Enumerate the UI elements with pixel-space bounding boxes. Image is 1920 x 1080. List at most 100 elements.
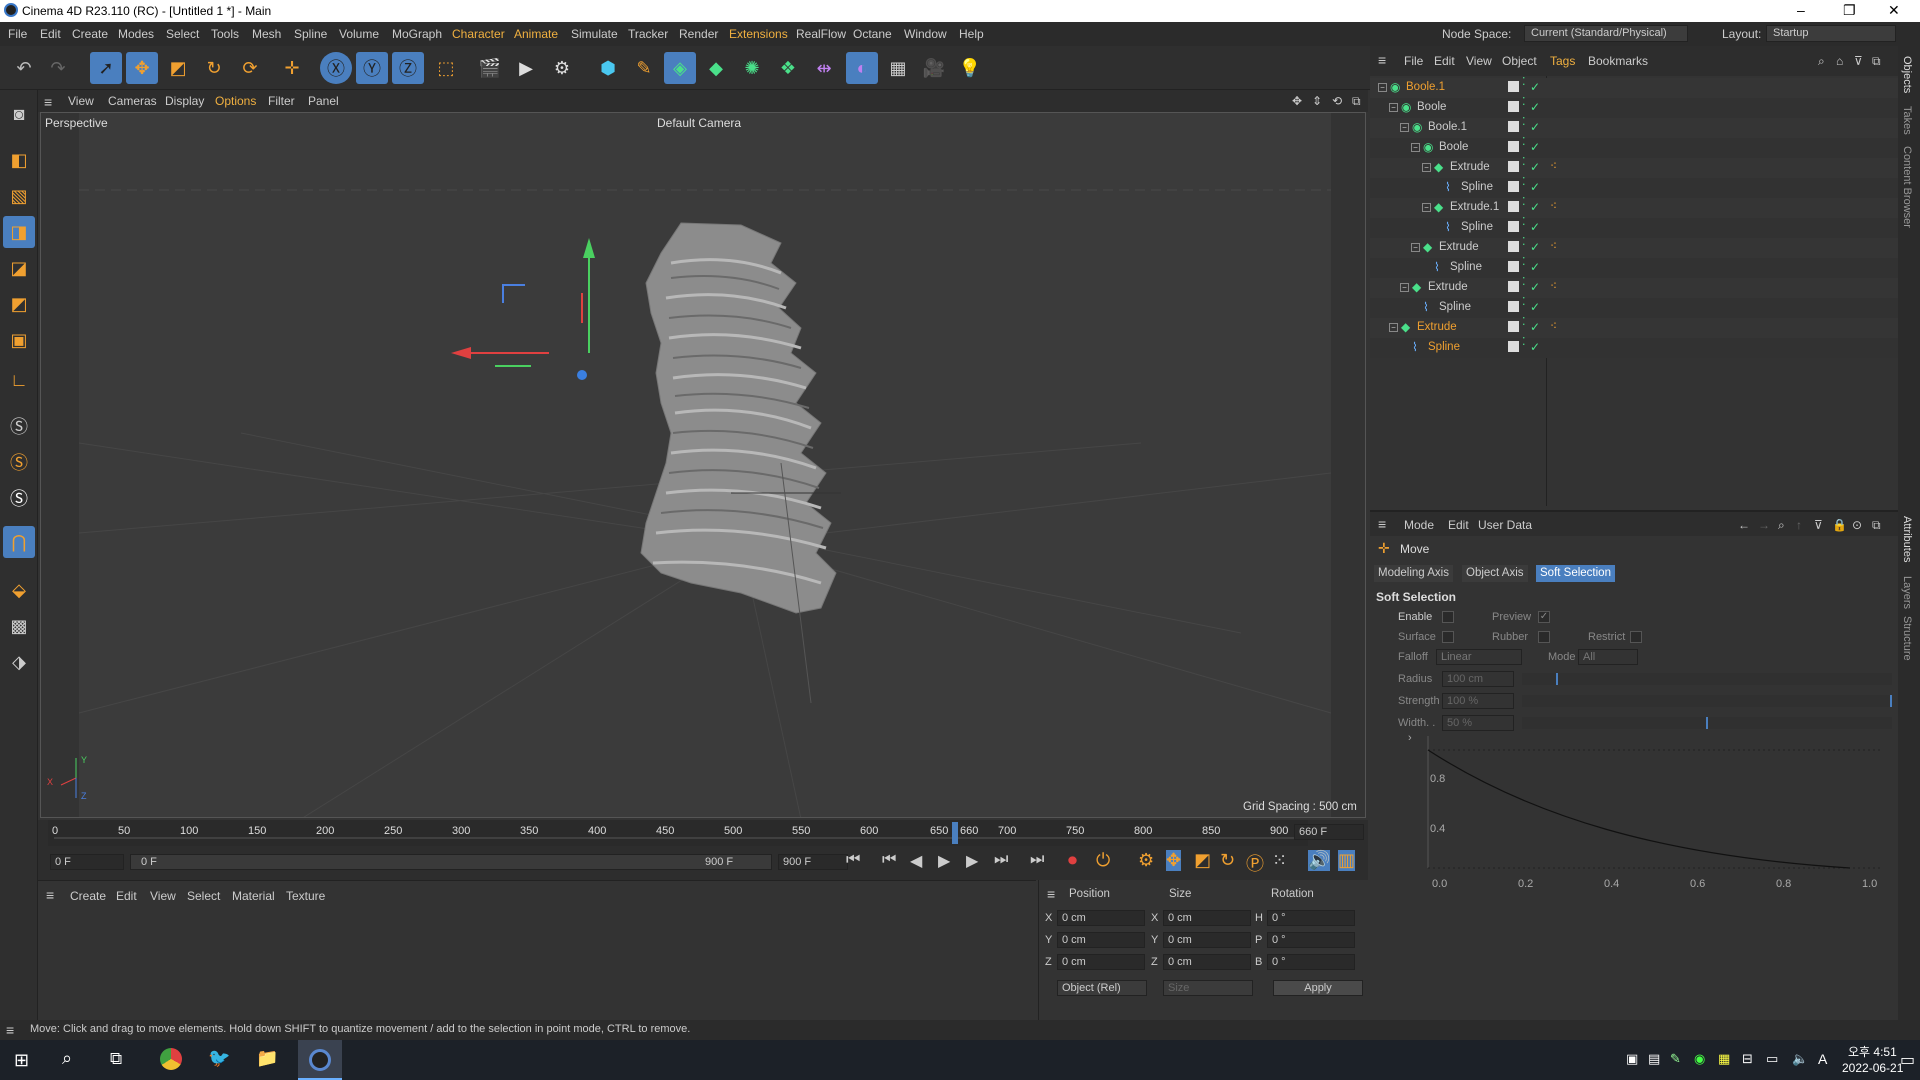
transform-tool-icon[interactable]: ✛ (276, 52, 308, 84)
object-search-icon[interactable]: ⌕ (1818, 54, 1825, 69)
snap-s-icon-2[interactable]: Ⓢ (3, 446, 35, 478)
tab-modeling-axis[interactable]: Modeling Axis (1374, 565, 1453, 582)
material-menu-material[interactable]: Material (232, 889, 275, 903)
volume-icon[interactable]: 🔈 (1792, 1051, 1808, 1067)
object-name[interactable]: Spline (1461, 221, 1493, 233)
object-row[interactable]: ⌇ Spline ⁚ ✓ (1370, 217, 1898, 238)
attribute-filter-icon[interactable]: ⊽ (1814, 518, 1823, 532)
collapse-toggle-icon[interactable]: − (1389, 103, 1398, 112)
visibility-dots-icon[interactable]: ⁚ (1522, 97, 1526, 108)
enabled-check-icon[interactable]: ✓ (1530, 240, 1540, 254)
object-menu-file[interactable]: File (1404, 54, 1423, 68)
enabled-check-icon[interactable]: ✓ (1530, 320, 1540, 334)
windows-start-icon[interactable]: ⊞ (14, 1050, 29, 1071)
object-row[interactable]: ⌇ Spline ⁚ ✓ (1370, 177, 1898, 198)
mode-dropdown[interactable]: All (1578, 649, 1638, 665)
position-y-field[interactable]: 0 cm (1057, 932, 1145, 948)
visibility-dots-icon[interactable]: ⁚ (1522, 117, 1526, 128)
extrude-generator-icon[interactable]: ◆ (700, 52, 732, 84)
select-tool-icon[interactable]: ➚ (90, 52, 122, 84)
enabled-check-icon[interactable]: ✓ (1530, 140, 1540, 154)
attribute-menu-edit[interactable]: Edit (1448, 518, 1469, 532)
x-axis-lock-icon[interactable]: Ⓧ (320, 52, 352, 84)
visibility-dots-icon[interactable]: ⁚ (1522, 217, 1526, 228)
snap-s-icon-3[interactable]: Ⓢ (3, 482, 35, 514)
input-language[interactable]: A (1818, 1051, 1827, 1067)
key-scale-icon[interactable]: ◩ (1194, 850, 1211, 871)
strength-slider[interactable] (1522, 695, 1892, 707)
mograph-icon[interactable]: ❖ (772, 52, 804, 84)
attribute-menu-icon[interactable]: ≡ (1378, 516, 1386, 532)
menu-select[interactable]: Select (166, 27, 199, 41)
record-keys-icon[interactable]: ⏺ (1068, 850, 1077, 871)
tab-objects[interactable]: Objects (1901, 56, 1913, 93)
object-name[interactable]: Extrude.1 (1450, 201, 1499, 213)
collapse-toggle-icon[interactable]: − (1400, 123, 1409, 132)
viewport-menu-icon[interactable]: ≡ (44, 94, 52, 110)
cube-primitive-icon[interactable]: ⬢ (592, 52, 624, 84)
rotation-b-field[interactable]: 0 ° (1267, 954, 1355, 970)
coords-size-mode-dropdown[interactable]: Size (1163, 980, 1253, 996)
material-menu-select[interactable]: Select (187, 889, 220, 903)
y-axis-lock-icon[interactable]: Ⓨ (356, 52, 388, 84)
object-name[interactable]: Extrude (1450, 161, 1490, 173)
tag-icon[interactable]: ⁖ (1550, 319, 1557, 333)
points-mode-icon[interactable]: ◨ (3, 216, 35, 248)
object-row[interactable]: − ◉ Boole.1 ⁚ ✓ (1370, 77, 1898, 98)
cloner-icon[interactable]: ✺ (736, 52, 768, 84)
size-x-field[interactable]: 0 cm (1163, 910, 1251, 926)
collapse-toggle-icon[interactable]: − (1422, 163, 1431, 172)
layer-icon[interactable] (1508, 281, 1519, 292)
tag-icon[interactable]: ⁖ (1550, 239, 1557, 253)
menu-octane[interactable]: Octane (853, 27, 892, 41)
timeline-ruler[interactable]: 0 50 100 150 200 250 300 350 400 450 500… (48, 820, 1308, 846)
status-menu-icon[interactable]: ≡ (6, 1022, 14, 1038)
grid-snap-icon[interactable]: ▩ (3, 610, 35, 642)
attribute-settings-icon[interactable]: ⊙ (1852, 518, 1862, 532)
play-icon[interactable]: ▶ (938, 851, 950, 871)
tag-icon[interactable]: ⁖ (1550, 199, 1557, 213)
visibility-dots-icon[interactable]: ⁚ (1522, 277, 1526, 288)
minimize-button[interactable]: – (1797, 2, 1805, 18)
material-menu-edit[interactable]: Edit (116, 889, 137, 903)
collapse-toggle-icon[interactable]: − (1422, 203, 1431, 212)
menu-render[interactable]: Render (679, 27, 718, 41)
visibility-dots-icon[interactable]: ⁚ (1522, 297, 1526, 308)
enabled-check-icon[interactable]: ✓ (1530, 160, 1540, 174)
node-space-dropdown[interactable]: Current (Standard/Physical) (1524, 25, 1688, 42)
clock-date[interactable]: 2022-06-21 (1842, 1061, 1903, 1075)
keyframe-selection-icon[interactable]: ⚙ (1138, 850, 1154, 871)
attribute-menu-user-data[interactable]: User Data (1478, 518, 1532, 532)
tray-nvidia-icon[interactable]: ◉ (1694, 1051, 1705, 1067)
enabled-check-icon[interactable]: ✓ (1530, 300, 1540, 314)
previous-frame-icon[interactable]: ◀ (910, 851, 922, 871)
material-menu-create[interactable]: Create (70, 889, 106, 903)
position-z-field[interactable]: 0 cm (1057, 954, 1145, 970)
bird-app-icon[interactable]: 🐦 (208, 1048, 230, 1069)
size-z-field[interactable]: 0 cm (1163, 954, 1251, 970)
layer-icon[interactable] (1508, 101, 1519, 112)
attribute-up-icon[interactable]: ↑ (1796, 518, 1802, 532)
object-menu-bookmarks[interactable]: Bookmarks (1588, 54, 1648, 68)
object-name[interactable]: Spline (1439, 301, 1471, 313)
layer-icon[interactable] (1508, 221, 1519, 232)
tray-icon-1[interactable]: ▣ (1626, 1051, 1638, 1067)
floor-icon[interactable]: ▦ (882, 52, 914, 84)
menu-mesh[interactable]: Mesh (252, 27, 281, 41)
tab-layers[interactable]: Layers (1901, 576, 1913, 609)
tray-icon-3[interactable]: ✎ (1670, 1051, 1681, 1067)
rubber-checkbox[interactable] (1538, 631, 1550, 643)
restrict-checkbox[interactable] (1630, 631, 1642, 643)
go-to-end-icon[interactable]: ⏭ (1030, 851, 1044, 869)
menu-character[interactable]: Character (452, 27, 505, 41)
render-region-icon[interactable]: 🎬 (474, 52, 506, 84)
material-menu-icon[interactable]: ≡ (46, 887, 54, 903)
search-icon[interactable]: ⌕ (62, 1048, 72, 1069)
collapse-toggle-icon[interactable]: − (1411, 143, 1420, 152)
object-name[interactable]: Spline (1428, 341, 1460, 353)
scale-tool-icon[interactable]: ◩ (162, 52, 194, 84)
coords-menu-icon[interactable]: ≡ (1047, 886, 1055, 902)
menu-modes[interactable]: Modes (118, 27, 154, 41)
visibility-dots-icon[interactable]: ⁚ (1522, 77, 1526, 88)
viewport-maximize-icon[interactable]: ⧉ (1352, 94, 1361, 109)
